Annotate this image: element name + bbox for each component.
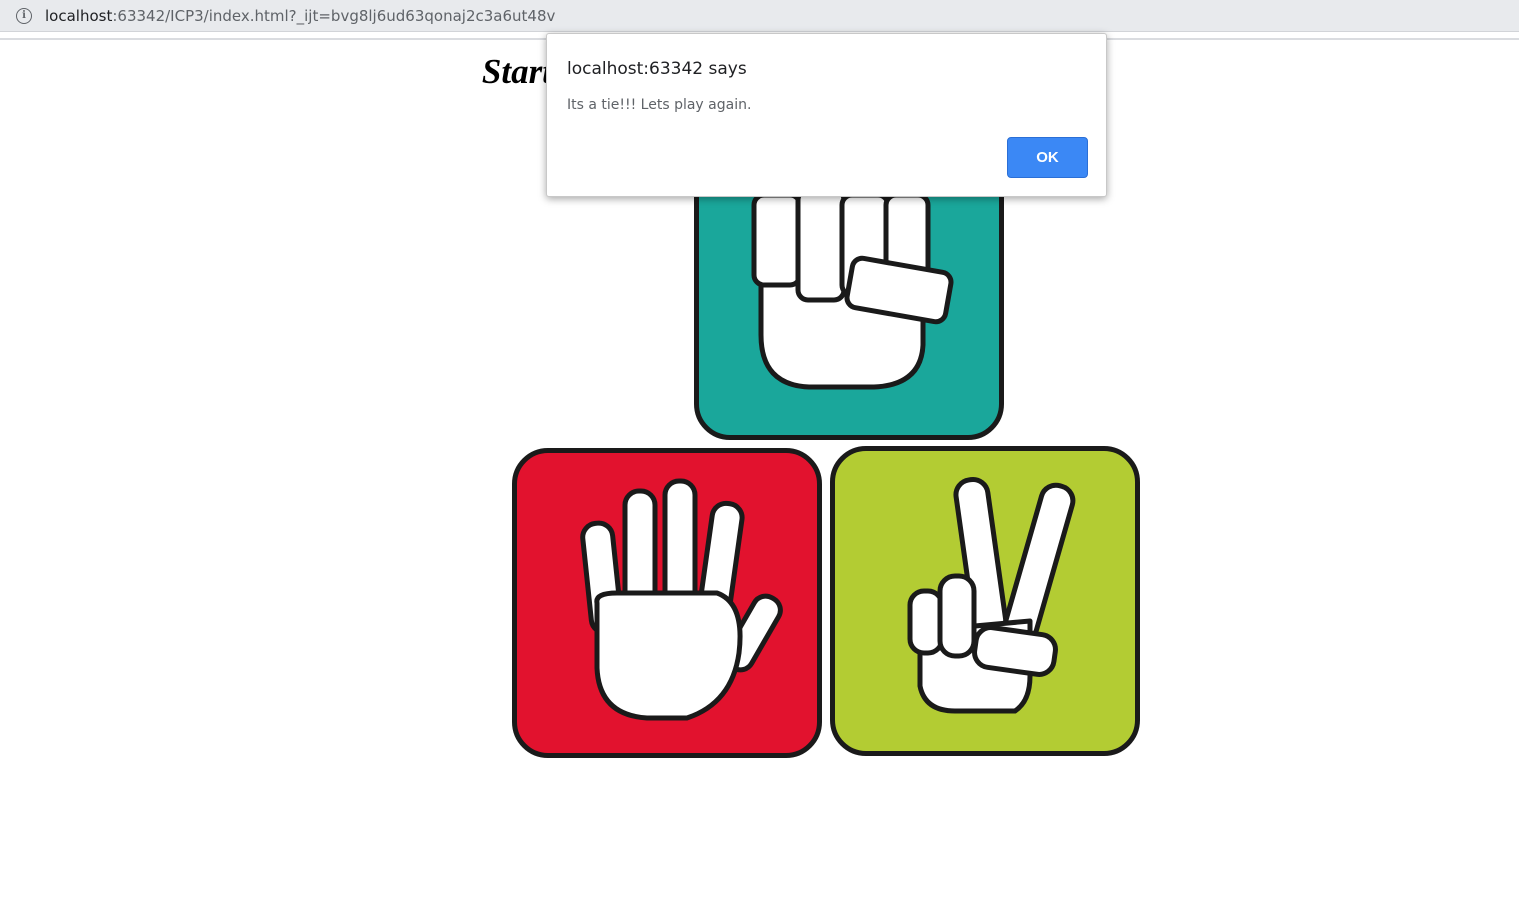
dialog-message: Its a tie!!! Lets play again. (567, 97, 752, 113)
scissors-tile[interactable] (830, 446, 1140, 756)
info-icon[interactable]: i (16, 8, 32, 24)
ok-button[interactable]: OK (1007, 137, 1088, 178)
url-path: :63342/ICP3/index.html?_ijt=bvg8lj6ud63q… (112, 7, 556, 25)
peace-hand-icon (907, 476, 1076, 714)
address-bar[interactable]: i localhost:63342/ICP3/index.html?_ijt=b… (0, 0, 1519, 32)
url-host: localhost (45, 7, 113, 25)
alert-dialog: localhost:63342 says Its a tie!!! Lets p… (546, 33, 1107, 197)
url-text[interactable]: localhost:63342/ICP3/index.html?_ijt=bvg… (45, 6, 555, 26)
open-hand-icon (580, 478, 783, 721)
dialog-title: localhost:63342 says (567, 59, 747, 79)
paper-tile[interactable] (512, 448, 822, 758)
